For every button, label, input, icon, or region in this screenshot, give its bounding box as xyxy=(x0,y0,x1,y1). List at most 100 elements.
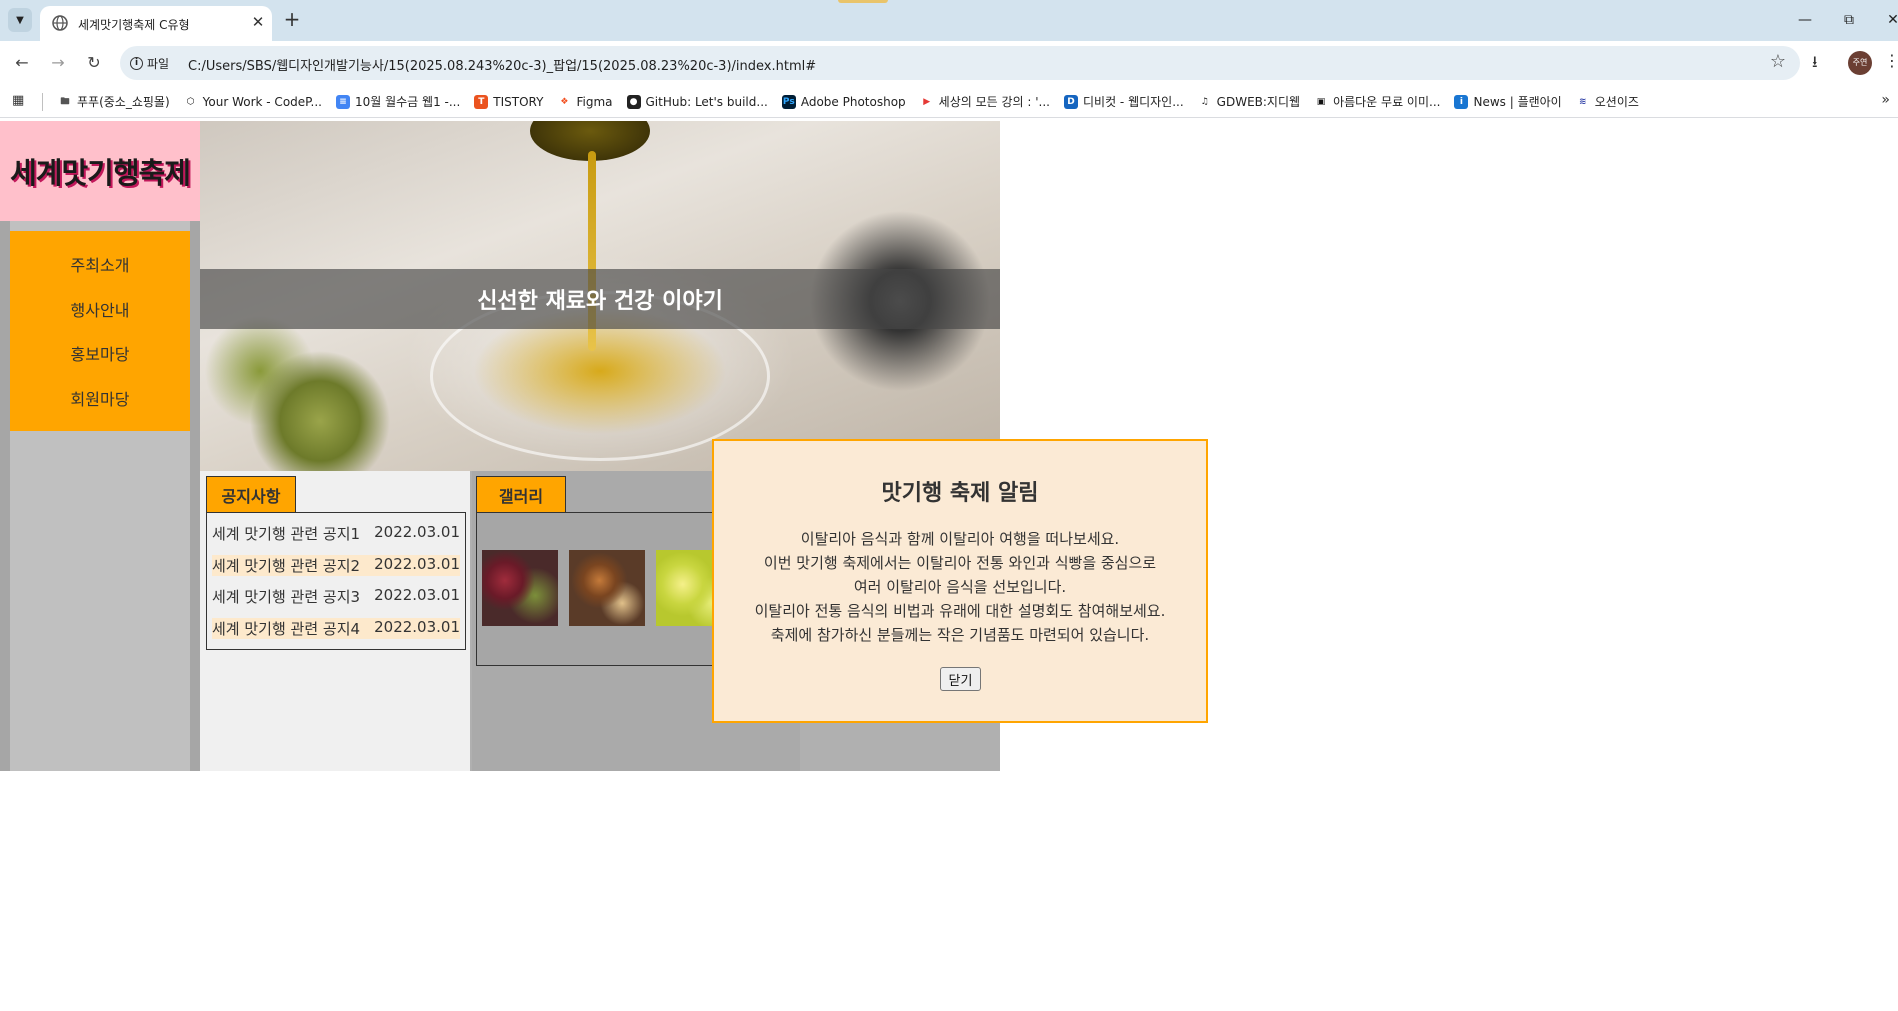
notice-list: 세계 맛기행 관련 공지1 2022.03.01 세계 맛기행 관련 공지2 2… xyxy=(206,512,466,650)
globe-icon xyxy=(52,15,68,31)
bookmark-label: GitHub: Let's build... xyxy=(645,94,768,109)
new-tab-button[interactable]: + xyxy=(280,8,304,32)
bookmark-star-icon[interactable]: ☆ xyxy=(1770,51,1786,72)
notice-section: 공지사항 세계 맛기행 관련 공지1 2022.03.01 세계 맛기행 관련 … xyxy=(200,471,470,771)
tab-title: 세계맛기행축제 C유형 xyxy=(78,18,190,32)
close-tab-icon[interactable]: ✕ xyxy=(248,12,268,32)
bookmark-label: Your Work - CodeP... xyxy=(202,94,322,109)
gallery-tab[interactable]: 갤러리 xyxy=(476,476,566,512)
more-bookmarks-icon[interactable]: » xyxy=(1881,92,1890,108)
back-button[interactable]: ← xyxy=(10,51,34,75)
unsplash-icon: ▣ xyxy=(1314,94,1329,109)
codepen-icon: ⬡ xyxy=(183,94,198,109)
popup-body: 이탈리아 음식과 함께 이탈리아 여행을 떠나보세요. 이번 맛기행 축제에서는… xyxy=(714,527,1206,647)
popup-line: 여러 이탈리아 음식을 선보입니다. xyxy=(853,578,1067,596)
notice-date: 2022.03.01 xyxy=(374,523,460,542)
tab-search-button[interactable]: ▼ xyxy=(8,8,32,32)
download-icon[interactable]: ⭳ xyxy=(1812,51,1818,78)
popup-title: 맛기행 축제 알림 xyxy=(881,481,1039,506)
bookmarks-bar: ▦ 🖿 푸푸(중소_쇼핑몰) ⬡ Your Work - CodeP... ≡ 10월 월… xyxy=(0,85,1898,118)
docs-icon: ≡ xyxy=(335,94,350,109)
bookmark-label: GDWEB:지디웹 xyxy=(1216,95,1301,109)
bookmark-item[interactable]: ≡ 10월 월수금 웹1 -... xyxy=(335,93,461,110)
info-icon: i xyxy=(130,56,143,70)
close-window-button[interactable]: ✕ xyxy=(1878,8,1898,32)
notice-title: 세계 맛기행 관련 공지2 xyxy=(212,556,361,575)
folder-icon: 🖿 xyxy=(58,94,72,109)
scheme-label: 파일 xyxy=(147,56,170,71)
notice-date: 2022.03.01 xyxy=(374,554,460,573)
popup-line: 이번 맛기행 축제에서는 이탈리아 전통 와인과 식빵을 중심으로 xyxy=(763,554,1157,572)
logo[interactable]: 세계맛기행축제 xyxy=(0,121,200,221)
bookmark-item[interactable]: ≋ 오션이즈 xyxy=(1575,93,1639,110)
bookmarks-divider xyxy=(42,93,43,111)
bookmark-item[interactable]: ❖ Figma xyxy=(557,94,613,109)
notice-date: 2022.03.01 xyxy=(374,617,460,636)
figma-icon: ❖ xyxy=(557,94,572,109)
menu-item-host[interactable]: 주최소개 xyxy=(10,252,190,276)
menu-item-promotion[interactable]: 홍보마당 xyxy=(10,341,190,365)
bookmark-item[interactable]: ▶ 세상의 모든 강의 : '... xyxy=(919,93,1050,110)
menu-item-members[interactable]: 회원마당 xyxy=(10,386,190,410)
bookmark-item[interactable]: ▣ 아름다운 무료 이미... xyxy=(1314,93,1440,110)
bookmark-label: TISTORY xyxy=(493,94,544,109)
github-icon: ● xyxy=(626,94,641,109)
notice-item[interactable]: 세계 맛기행 관련 공지1 2022.03.01 xyxy=(212,523,460,544)
tistory-icon: T xyxy=(474,94,489,109)
popup-line: 이탈리아 전통 음식의 비법과 유래에 대한 설명회도 참여해보세요. xyxy=(754,602,1166,620)
bookmark-item[interactable]: Ps Adobe Photoshop xyxy=(781,94,906,109)
notice-item[interactable]: 세계 맛기행 관련 공지2 2022.03.01 xyxy=(212,554,460,576)
notice-title: 세계 맛기행 관련 공지1 xyxy=(212,525,361,544)
address-bar[interactable]: i 파일 C:/Users/SBS/웹디자인개발기능사/15(2025.08.2… xyxy=(120,46,1800,80)
bookmark-label: 푸푸(중소_쇼핑몰) xyxy=(77,95,170,109)
notice-title: 세계 맛기행 관련 공지3 xyxy=(212,588,361,607)
bookmark-item[interactable]: ♫ GDWEB:지디웹 xyxy=(1197,93,1301,110)
logo-text: 세계맛기행축제 xyxy=(10,156,191,190)
profile-indicator xyxy=(838,0,888,3)
bookmark-label: 아름다운 무료 이미... xyxy=(1333,95,1441,109)
bookmark-label: News | 플랜아이 xyxy=(1473,95,1562,109)
apps-grid-icon[interactable]: ▦ xyxy=(12,93,24,108)
menu-item-events[interactable]: 행사안내 xyxy=(10,297,190,321)
bookmark-item[interactable]: ⬡ Your Work - CodeP... xyxy=(183,94,322,109)
bookmark-item[interactable]: i News | 플랜아이 xyxy=(1454,93,1562,110)
reload-button[interactable]: ↻ xyxy=(82,51,106,75)
bookmark-list: 🖿 푸푸(중소_쇼핑몰) ⬡ Your Work - CodeP... ≡ 10월 월수금… xyxy=(58,85,1639,118)
restore-button[interactable]: ⧉ xyxy=(1834,8,1864,32)
bookmark-item[interactable]: T TISTORY xyxy=(474,94,544,109)
notice-item[interactable]: 세계 맛기행 관련 공지4 2022.03.01 xyxy=(212,617,460,639)
browser-tab[interactable]: 세계맛기행축제 C유형 ✕ xyxy=(40,6,272,41)
left-column: 세계맛기행축제 주최소개 행사안내 홍보마당 회원마당 xyxy=(0,121,200,771)
bookmark-label: 10월 월수금 웹1 -... xyxy=(354,95,461,109)
bookmark-item[interactable]: 🖿 푸푸(중소_쇼핑몰) xyxy=(58,93,170,110)
bookmark-item[interactable]: D 디비컷 - 웹디자인... xyxy=(1063,93,1184,110)
photoshop-icon: Ps xyxy=(781,94,796,109)
info-icon: i xyxy=(1454,94,1469,109)
profile-avatar[interactable]: 주연 xyxy=(1848,51,1872,75)
notice-title: 세계 맛기행 관련 공지4 xyxy=(212,619,361,638)
popup-close-button[interactable]: 닫기 xyxy=(940,667,981,691)
bookmark-label: 오션이즈 xyxy=(1594,95,1639,109)
gdweb-icon: ♫ xyxy=(1197,94,1212,109)
main-menu: 주최소개 행사안내 홍보마당 회원마당 xyxy=(10,231,190,431)
gallery-thumbnail-grapes[interactable] xyxy=(482,550,558,626)
bookmark-label: 디비컷 - 웹디자인... xyxy=(1082,95,1184,109)
url-text[interactable]: C:/Users/SBS/웹디자인개발기능사/15(2025.08.243%20… xyxy=(188,55,816,74)
festival-popup: 맛기행 축제 알림 이탈리아 음식과 함께 이탈리아 여행을 떠나보세요. 이번… xyxy=(712,439,1208,723)
bookmark-label: Adobe Photoshop xyxy=(800,94,906,109)
browser-tab-bar: ▼ 세계맛기행축제 C유형 ✕ + — ⧉ ✕ xyxy=(0,0,1898,41)
oceanis-icon: ≋ xyxy=(1575,94,1590,109)
bookmark-label: 세상의 모든 강의 : '... xyxy=(938,95,1050,109)
gallery-thumbnail-spices[interactable] xyxy=(569,550,645,626)
bookmark-item[interactable]: ● GitHub: Let's build... xyxy=(626,94,768,109)
hero-banner: 신선한 재료와 건강 이야기 xyxy=(200,121,1000,471)
notice-item[interactable]: 세계 맛기행 관련 공지3 2022.03.01 xyxy=(212,586,460,607)
minimize-button[interactable]: — xyxy=(1790,8,1820,32)
site-info-button[interactable]: i 파일 xyxy=(130,52,169,74)
forward-button[interactable]: → xyxy=(46,51,70,75)
more-menu-icon[interactable]: ⋮ xyxy=(1884,51,1898,70)
chevron-down-icon: ▼ xyxy=(16,14,24,26)
notice-tab[interactable]: 공지사항 xyxy=(206,476,296,512)
hero-caption-band: 신선한 재료와 건강 이야기 xyxy=(200,269,1000,329)
hero-caption: 신선한 재료와 건강 이야기 xyxy=(477,289,723,314)
